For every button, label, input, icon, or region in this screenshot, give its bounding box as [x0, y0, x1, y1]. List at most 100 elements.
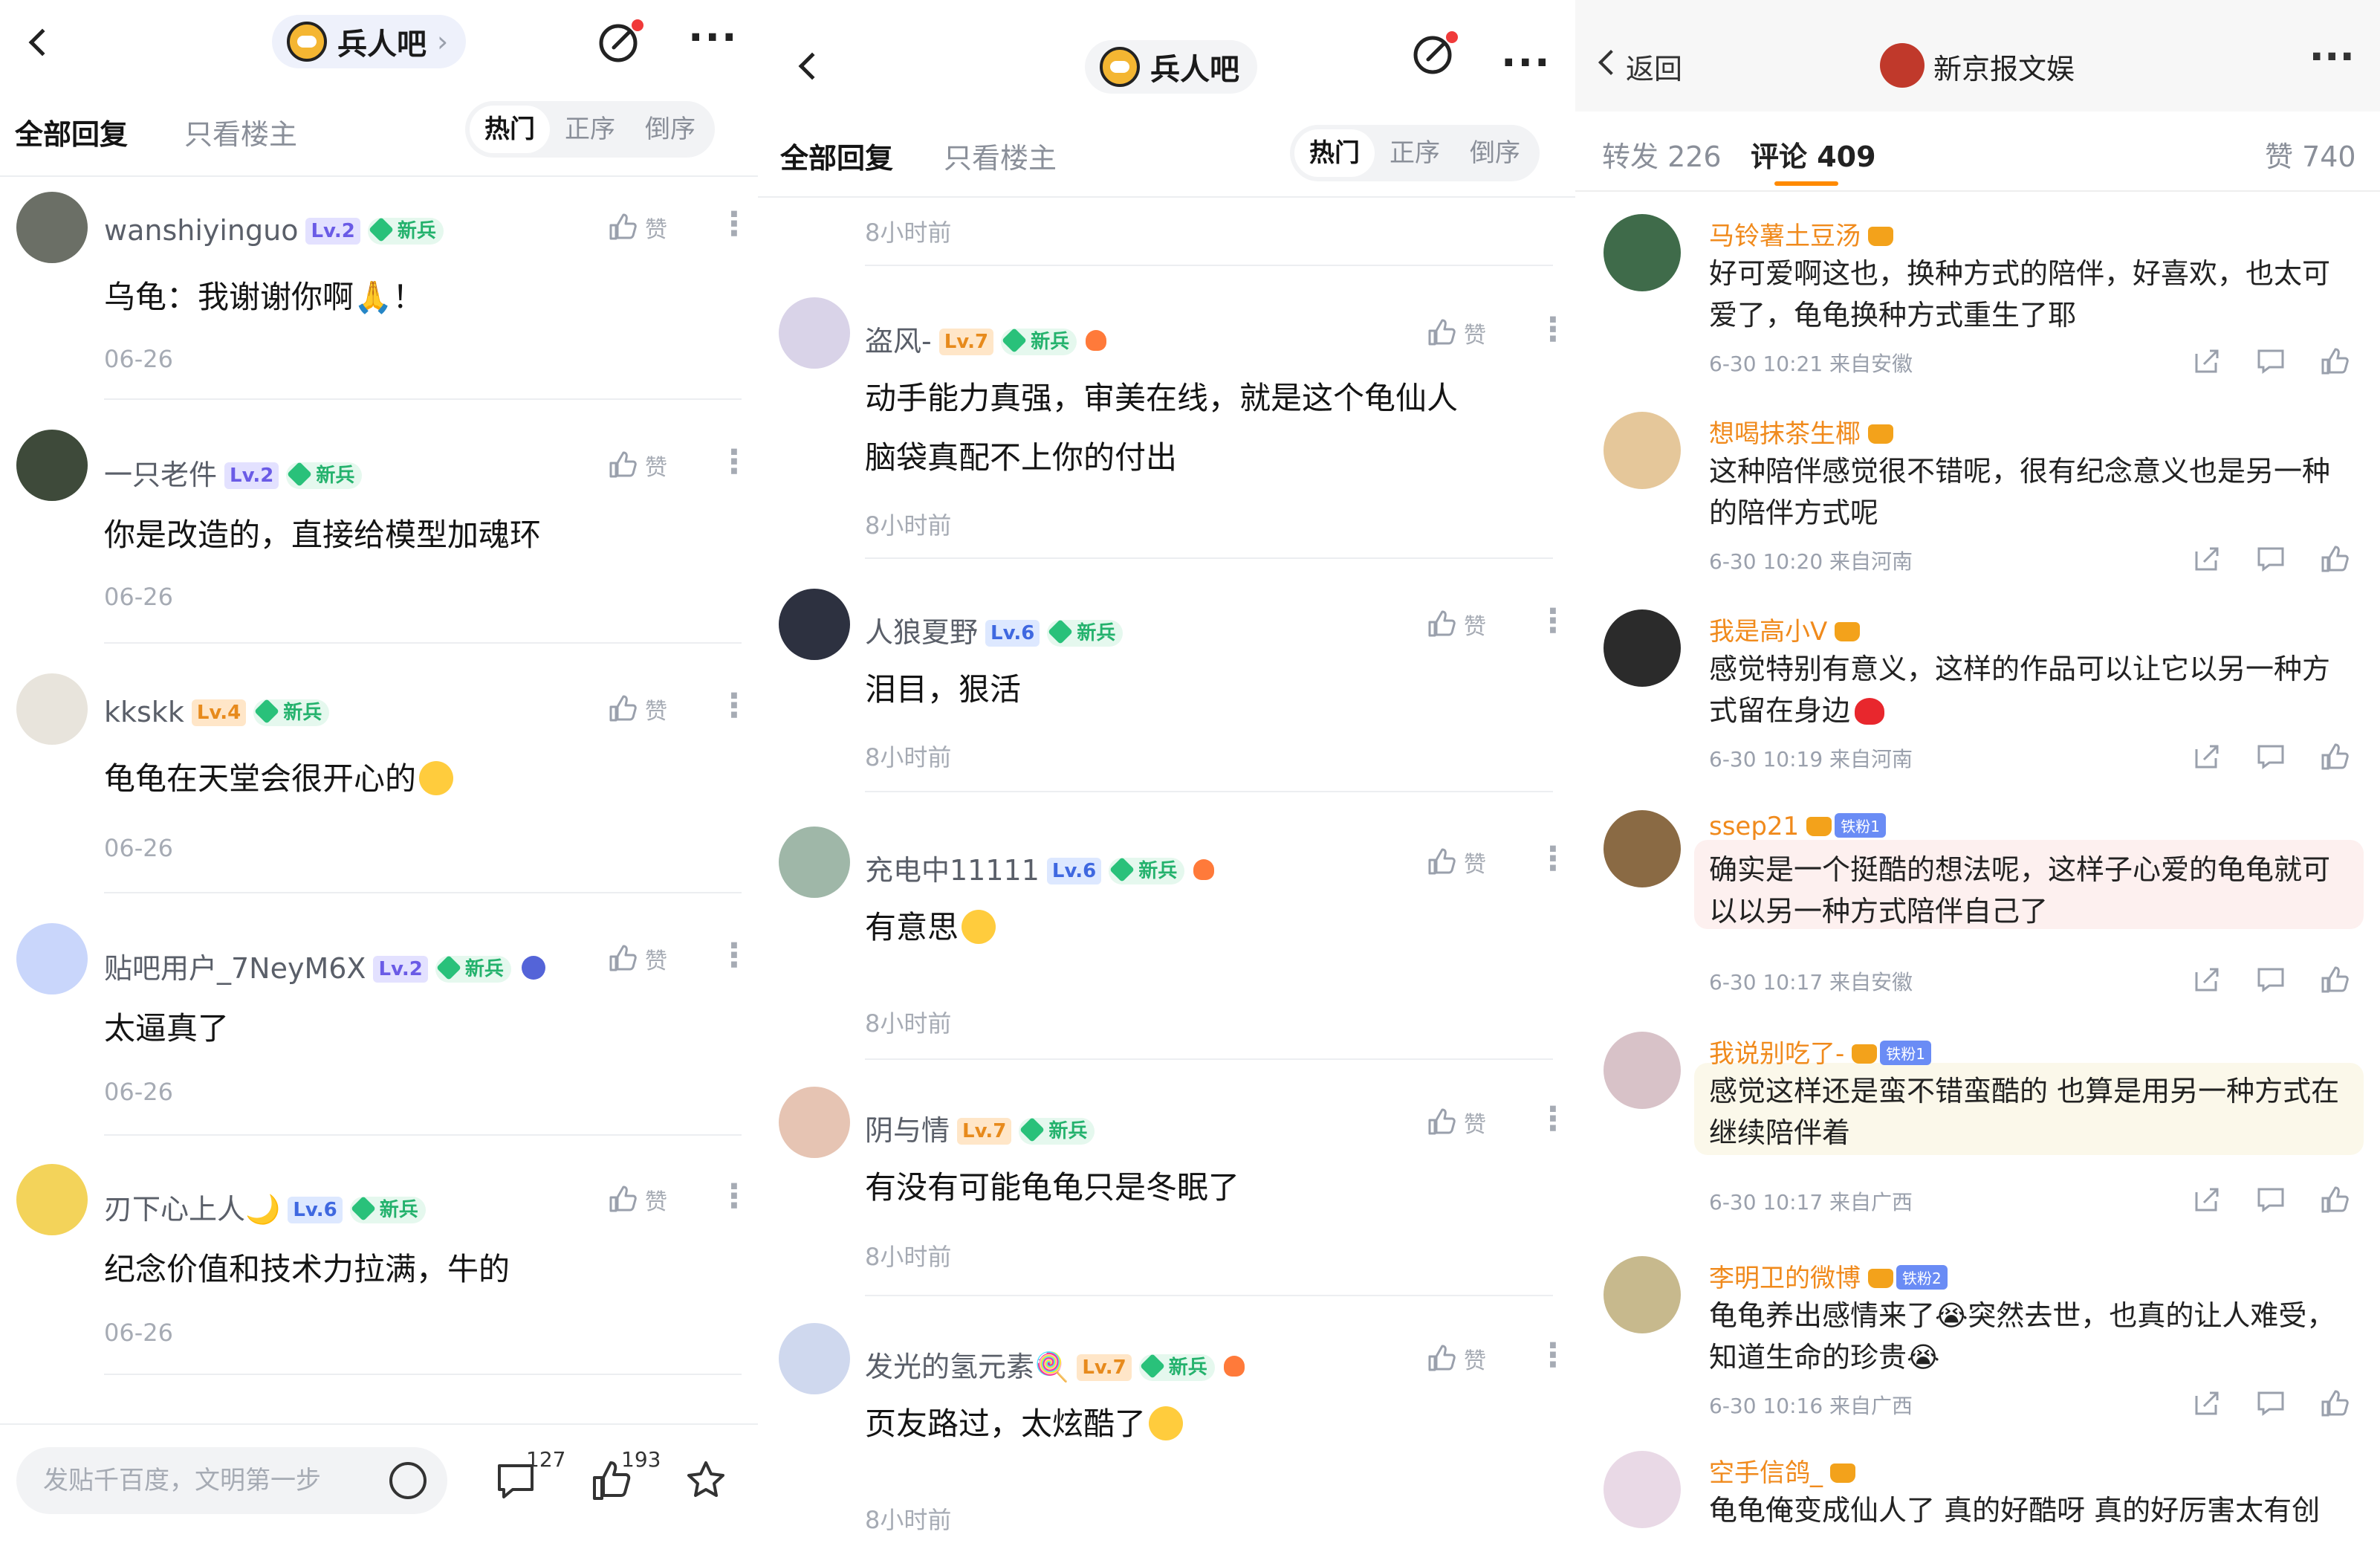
username[interactable]: wanshiyinguo Lv.2 新兵 — [104, 214, 444, 247]
more-icon[interactable]: ··· — [2309, 37, 2355, 77]
reply-icon[interactable] — [2256, 544, 2286, 574]
username[interactable]: 刃下心上人🌙 Lv.6 新兵 — [104, 1186, 426, 1227]
share-icon[interactable] — [2192, 1388, 2222, 1418]
username[interactable]: 空手信鸽_ — [1709, 1452, 1855, 1489]
avatar[interactable] — [1604, 412, 1681, 489]
like-button[interactable]: 赞 — [608, 693, 667, 725]
tab-owner-only[interactable]: 只看楼主 — [944, 135, 1057, 176]
kebab-icon[interactable]: ⋮ — [718, 690, 750, 722]
reply-icon[interactable] — [2256, 965, 2286, 994]
sort-hot[interactable]: 热门 — [470, 106, 550, 153]
avatar[interactable] — [1604, 1032, 1681, 1109]
kebab-icon[interactable]: ⋮ — [1537, 605, 1569, 638]
sort-desc[interactable]: 倒序 — [630, 106, 710, 153]
username[interactable]: 我说别吃了- 铁粉1 — [1709, 1033, 1932, 1070]
kebab-icon[interactable]: ⋮ — [1537, 843, 1569, 876]
kebab-icon[interactable]: ⋮ — [1537, 1103, 1569, 1136]
thumbs-up-icon[interactable] — [2320, 346, 2350, 376]
avatar[interactable] — [16, 430, 88, 501]
username[interactable]: 发光的氢元素🍭 Lv.7 新兵 — [865, 1344, 1245, 1385]
thumbs-up-icon[interactable] — [2320, 742, 2350, 772]
share-icon[interactable] — [2192, 1185, 2222, 1215]
like-button[interactable]: 赞 — [608, 942, 667, 975]
kebab-icon[interactable]: ⋮ — [1537, 314, 1569, 346]
sort-desc[interactable]: 倒序 — [1455, 129, 1535, 177]
like-button[interactable]: 赞 — [608, 449, 667, 482]
kebab-icon[interactable]: ⋮ — [1537, 1339, 1569, 1372]
kebab-icon[interactable]: ⋮ — [718, 446, 750, 479]
like-button[interactable]: 赞 — [1427, 608, 1486, 641]
avatar[interactable] — [16, 192, 88, 263]
avatar[interactable] — [1604, 810, 1681, 887]
username[interactable]: 我是高小V — [1709, 611, 1861, 647]
share-icon[interactable] — [2192, 742, 2222, 772]
back-label[interactable]: 返回 — [1626, 46, 1682, 87]
avatar[interactable] — [16, 923, 88, 994]
avatar[interactable] — [1604, 609, 1681, 687]
reply-icon[interactable] — [2256, 742, 2286, 772]
username[interactable]: ssep21 铁粉1 — [1709, 812, 1886, 841]
forum-pill[interactable]: 兵人吧 — [1085, 40, 1257, 94]
avatar[interactable] — [779, 1087, 850, 1158]
share-icon[interactable] — [2192, 544, 2222, 574]
tab-repost[interactable]: 转发 226 — [1602, 134, 1722, 175]
reply-icon[interactable] — [2256, 1185, 2286, 1215]
username[interactable]: 马铃薯土豆汤 — [1709, 216, 1893, 252]
avatar[interactable] — [16, 673, 88, 745]
username[interactable]: 人狼夏野 Lv.6 新兵 — [865, 609, 1123, 650]
back-icon[interactable] — [28, 28, 56, 56]
share-icon[interactable] — [2192, 965, 2222, 994]
back-icon[interactable] — [798, 52, 826, 80]
username[interactable]: 一只老件 Lv.2 新兵 — [104, 452, 363, 493]
avatar[interactable] — [779, 827, 850, 898]
thumbs-up-icon[interactable] — [2320, 1185, 2350, 1215]
account-name[interactable]: 新京报文娱 — [1933, 46, 2075, 87]
account-avatar[interactable] — [1880, 43, 1925, 88]
reply-icon[interactable] — [2256, 1388, 2286, 1418]
avatar[interactable] — [16, 1164, 88, 1235]
like-button[interactable]: 赞 — [608, 1183, 667, 1216]
more-icon[interactable]: ··· — [688, 18, 739, 58]
avatar[interactable] — [779, 589, 850, 660]
avatar[interactable] — [1604, 1451, 1681, 1528]
share-icon[interactable] — [2192, 346, 2222, 376]
more-icon[interactable]: ··· — [1501, 43, 1551, 83]
kebab-icon[interactable]: ⋮ — [718, 939, 750, 972]
tab-owner-only[interactable]: 只看楼主 — [184, 111, 297, 152]
username[interactable]: kkskk Lv.4 新兵 — [104, 696, 330, 728]
kebab-icon[interactable]: ⋮ — [718, 1180, 750, 1213]
star-icon[interactable] — [684, 1458, 728, 1503]
forum-pill[interactable]: 兵人吧 › — [272, 15, 467, 68]
username[interactable]: 想喝抹茶生椰 — [1709, 413, 1893, 450]
avatar[interactable] — [779, 297, 850, 369]
kebab-icon[interactable]: ⋮ — [718, 208, 750, 241]
username[interactable]: 李明卫的微博 铁粉2 — [1709, 1258, 1948, 1294]
thumbs-up-icon[interactable] — [2320, 544, 2350, 574]
tab-all-replies[interactable]: 全部回复 — [15, 111, 128, 152]
tab-comments[interactable]: 评论 409 — [1751, 134, 1876, 175]
reply-icon[interactable] — [2256, 346, 2286, 376]
emoji-icon[interactable] — [389, 1462, 427, 1499]
like-button[interactable]: 赞 — [1427, 1106, 1486, 1139]
username[interactable]: 阴与情 Lv.7 新兵 — [865, 1107, 1095, 1148]
tab-likes[interactable]: 赞 740 — [2265, 134, 2356, 175]
like-button[interactable]: 赞 — [1427, 317, 1486, 349]
thumbs-up-icon[interactable] — [2320, 965, 2350, 994]
thumbs-up-icon[interactable] — [2320, 1388, 2350, 1418]
like-button[interactable]: 赞 — [1427, 846, 1486, 879]
edit-post-icon[interactable] — [1412, 30, 1458, 76]
avatar[interactable] — [1604, 214, 1681, 291]
sort-asc[interactable]: 正序 — [1375, 129, 1455, 177]
tab-all-replies[interactable]: 全部回复 — [780, 135, 893, 176]
avatar[interactable] — [779, 1323, 850, 1394]
username[interactable]: 贴吧用户_7NeyM6X Lv.2 新兵 — [104, 945, 545, 986]
like-button[interactable]: 赞 — [608, 211, 667, 244]
reply-input[interactable]: 发贴千百度，文明第一步 — [16, 1447, 447, 1514]
sort-asc[interactable]: 正序 — [550, 106, 630, 153]
username[interactable]: 盗风- Lv.7 新兵 — [865, 318, 1107, 359]
like-button[interactable]: 赞 — [1427, 1342, 1486, 1375]
edit-post-icon[interactable] — [597, 18, 643, 64]
avatar[interactable] — [1604, 1256, 1681, 1333]
sort-hot[interactable]: 热门 — [1294, 129, 1375, 177]
username[interactable]: 充电中11111 Lv.6 新兵 — [865, 847, 1215, 888]
